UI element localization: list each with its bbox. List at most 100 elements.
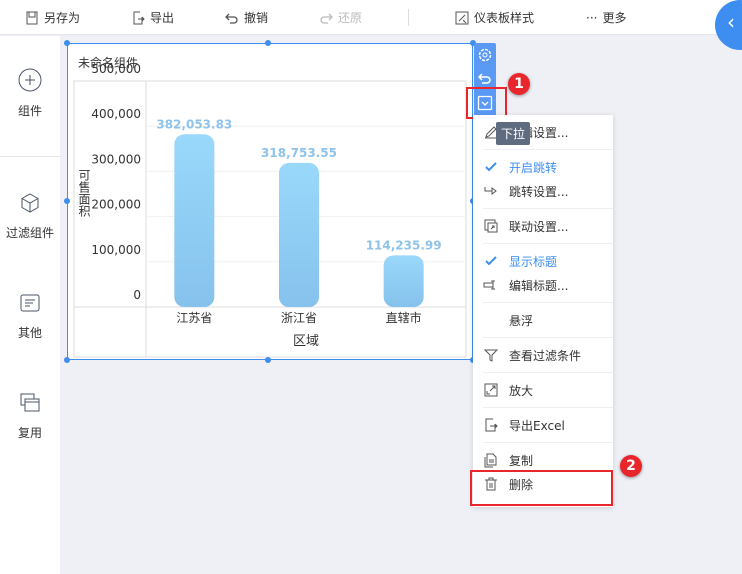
resize-handle[interactable] <box>64 357 70 363</box>
menu-divider <box>483 442 613 443</box>
resize-handle[interactable] <box>64 198 70 204</box>
export-icon <box>473 417 509 433</box>
undo-icon <box>225 13 238 24</box>
resize-handle[interactable] <box>265 357 271 363</box>
menu-item[interactable]: 导出Excel <box>473 414 613 436</box>
menu-divider <box>483 149 613 150</box>
menu-item-label: 开启跳转 <box>509 160 558 175</box>
resize-handle[interactable] <box>64 40 70 46</box>
undo-icon[interactable] <box>477 71 493 87</box>
menu-item-label: 悬浮 <box>509 313 534 328</box>
copy-icon <box>473 452 509 468</box>
menu-item-label: 联动设置... <box>509 219 569 234</box>
y-tick-label: 500,000 <box>91 62 141 76</box>
toolbar-divider <box>408 9 409 26</box>
filter-icon <box>473 347 509 363</box>
link-icon <box>473 218 509 234</box>
menu-divider <box>483 372 613 373</box>
export-icon <box>133 11 145 24</box>
bar <box>174 134 215 307</box>
dashboard-style-label: 仪表板样式 <box>474 11 535 25</box>
y-tick-label: 200,000 <box>91 198 141 212</box>
x-tick-label: 江苏省 <box>176 311 212 325</box>
menu-item-label: 放大 <box>509 383 534 398</box>
menu-item[interactable]: 悬浮 <box>473 309 613 331</box>
export-button[interactable]: 导出 <box>131 9 174 26</box>
sidebar-divider <box>0 156 60 157</box>
menu-item[interactable]: 显示标题 <box>473 250 613 272</box>
data-label: 318,753.55 <box>261 146 337 160</box>
undo-label: 撤销 <box>244 11 269 25</box>
menu-item[interactable]: 联动设置... <box>473 215 613 237</box>
menu-divider <box>483 337 613 338</box>
menu-item[interactable]: 编辑标题... <box>473 274 613 296</box>
more-button[interactable]: ··· 更多 <box>586 9 626 26</box>
gear-icon[interactable] <box>477 47 493 63</box>
sidebar-item-other[interactable]: 其他 <box>0 292 60 341</box>
data-label: 114,235.99 <box>366 238 442 252</box>
menu-divider <box>483 407 613 408</box>
bar-chart: 0 100,000 200,000 300,000 400,000 500,000 可售面积… <box>73 62 467 358</box>
redo-label: 还原 <box>338 11 363 25</box>
highlight-box <box>470 470 613 506</box>
y-tick-label: 0 <box>133 288 141 302</box>
menu-item-label: 跳转设置... <box>509 184 569 199</box>
redo-button[interactable]: 还原 <box>319 9 362 26</box>
redo-icon <box>320 13 333 24</box>
menu-item-label: 导出Excel <box>509 418 565 433</box>
menu-item-label: 显示标题 <box>509 254 558 269</box>
step-badge: 1 <box>508 73 530 95</box>
bar <box>383 255 424 307</box>
toolbar: 另存为 导出 撤销 还原 仪表板样式 ··· 更多 ‹ <box>0 0 742 50</box>
y-tick-label: 400,000 <box>91 107 141 121</box>
more-label: 更多 <box>602 11 627 25</box>
windows-icon <box>20 393 40 412</box>
x-axis-title: 区域 <box>293 334 319 349</box>
step-badge: 2 <box>620 455 642 477</box>
save-as-label: 另存为 <box>44 11 81 25</box>
title-edit-icon <box>473 277 509 293</box>
bar <box>279 162 319 307</box>
sidebar-item-label: 组件 <box>17 104 42 118</box>
x-tick-label: 直辖市 <box>386 310 422 325</box>
sidebar-item-label: 过滤组件 <box>5 226 54 240</box>
sidebar-item-components[interactable]: 组件 <box>0 68 60 119</box>
menu-item-label: 查看过滤条件 <box>509 348 582 363</box>
check-icon <box>473 159 509 175</box>
check-icon <box>473 253 509 269</box>
menu-divider <box>483 208 613 209</box>
chevron-left-icon: ‹ <box>727 10 735 34</box>
cube-icon <box>21 193 39 213</box>
dropdown-menu: 编辑设置... 开启跳转跳转设置... 联动设置... 显示标题编辑标题... 悬浮查看… <box>473 115 613 507</box>
menu-divider <box>483 302 613 303</box>
plus-circle-icon <box>18 68 42 92</box>
tooltip: 下拉 <box>496 122 531 145</box>
menu-item[interactable]: 跳转设置... <box>473 180 613 202</box>
chart-widget[interactable]: 未命名组件 0 100,000 200,000 300,000 400,000 500,0… <box>67 43 473 360</box>
save-icon <box>26 11 38 24</box>
collapse-panel-button[interactable]: ‹ <box>715 0 742 50</box>
expand-icon <box>473 382 509 398</box>
dashboard-style-button[interactable]: 仪表板样式 <box>455 9 534 26</box>
x-tick-label: 浙江省 <box>281 311 317 325</box>
sidebar-item-filter-components[interactable]: 过滤组件 <box>0 192 60 241</box>
y-axis-title: 可售面积 <box>77 169 91 218</box>
resize-handle[interactable] <box>265 40 271 46</box>
save-as-button[interactable]: 另存为 <box>25 9 80 26</box>
sidebar-item-label: 其他 <box>17 326 42 340</box>
y-tick-label: 300,000 <box>91 152 141 166</box>
menu-item[interactable]: 放大 <box>473 379 613 401</box>
menu-item[interactable]: 开启跳转 <box>473 156 613 178</box>
menu-item-label: 复制 <box>509 453 534 468</box>
menu-item-label: 编辑标题... <box>509 278 569 293</box>
jump-icon <box>473 183 509 199</box>
sidebar: 组件 过滤组件 其他 复用 <box>0 36 60 574</box>
more-icon: ··· <box>586 10 598 25</box>
data-label: 382,053.83 <box>156 117 232 131</box>
sidebar-item-reuse[interactable]: 复用 <box>0 392 60 441</box>
menu-item[interactable]: 复制 <box>473 449 613 471</box>
menu-item[interactable]: 查看过滤条件 <box>473 344 613 366</box>
menu-item[interactable]: 编辑设置... <box>473 121 613 143</box>
menu-divider <box>483 243 613 244</box>
undo-button[interactable]: 撤销 <box>225 9 268 26</box>
